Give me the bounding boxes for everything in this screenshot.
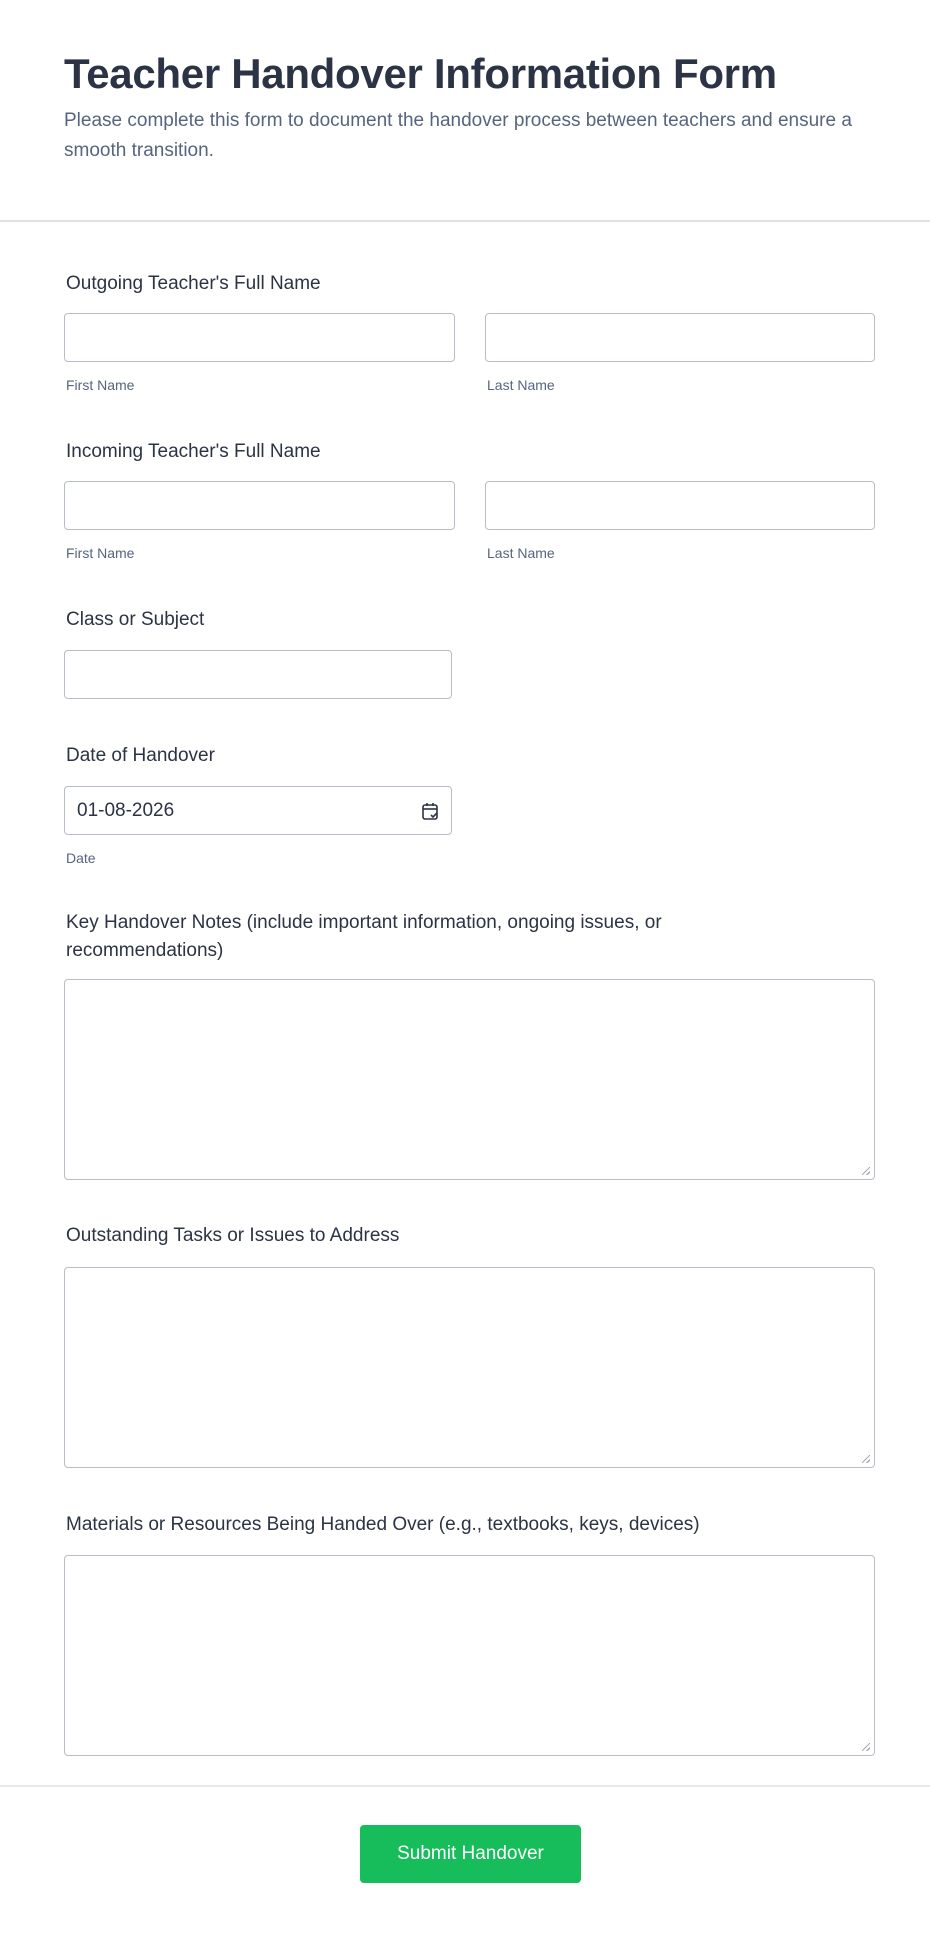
notes-textarea[interactable] [64,979,875,1180]
resize-handle[interactable] [862,1743,870,1751]
incoming-last-name-input[interactable] [485,481,875,530]
incoming-first-name-sublabel: First Name [66,545,135,561]
class-subject-label: Class or Subject [66,609,205,630]
date-sublabel: Date [66,850,96,866]
resize-handle[interactable] [862,1455,870,1463]
date-input[interactable]: 01-08-2026 [64,786,452,835]
materials-textarea[interactable] [64,1555,875,1756]
outgoing-first-name-input[interactable] [64,313,455,362]
notes-label: Key Handover Notes (include important in… [66,912,662,961]
header-divider [0,220,930,222]
outgoing-last-name-sublabel: Last Name [487,377,555,393]
outgoing-first-name-sublabel: First Name [66,377,135,393]
date-label: Date of Handover [66,745,215,766]
page-title: Teacher Handover Information Form [64,50,777,97]
tasks-textarea[interactable] [64,1267,875,1468]
outgoing-name-label: Outgoing Teacher's Full Name [66,273,321,294]
calendar-check-icon[interactable] [421,801,439,821]
resize-handle[interactable] [862,1167,870,1175]
tasks-label: Outstanding Tasks or Issues to Address [66,1225,400,1246]
date-value: 01-08-2026 [77,800,175,821]
incoming-first-name-input[interactable] [64,481,455,530]
incoming-name-label: Incoming Teacher's Full Name [66,441,321,462]
submit-handover-button[interactable]: Submit Handover [360,1825,581,1883]
outgoing-last-name-input[interactable] [485,313,875,362]
incoming-last-name-sublabel: Last Name [487,545,555,561]
class-subject-input[interactable] [64,650,452,699]
form-description: Please complete this form to document th… [64,110,852,161]
materials-label: Materials or Resources Being Handed Over… [66,1514,700,1535]
footer-divider [0,1785,930,1787]
